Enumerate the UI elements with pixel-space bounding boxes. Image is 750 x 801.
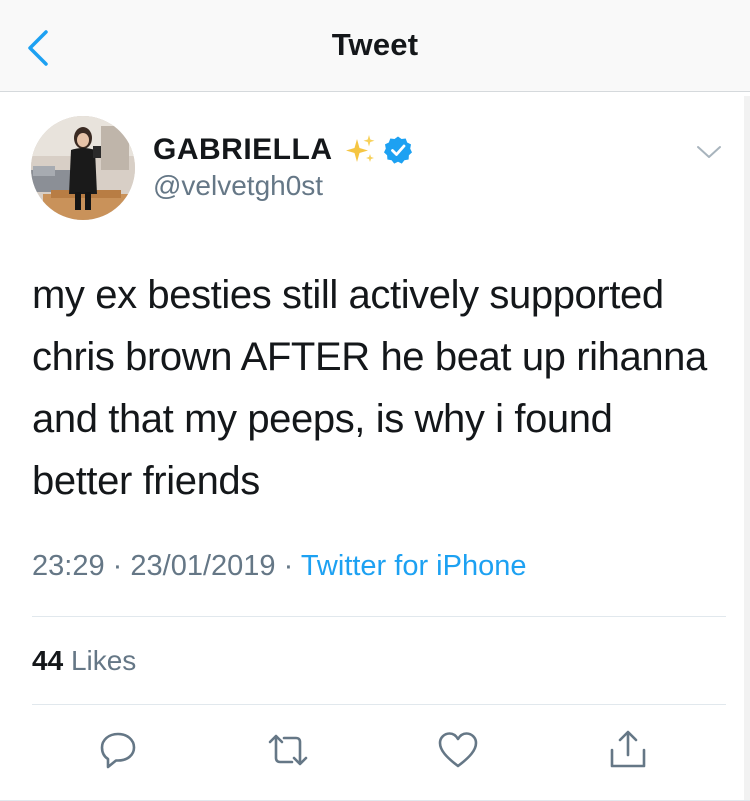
action-bar [0,722,750,782]
tweet-detail: GABRIELLA @velvetgh0st my ex besties sti… [0,92,750,801]
avatar[interactable] [31,116,135,220]
tweet-metadata: 23:29 · 23/01/2019 · Twitter for iPhone [32,550,526,583]
page-title: Tweet [331,27,419,62]
verified-badge-icon [383,136,412,164]
meta-separator: · [283,550,294,582]
display-name[interactable]: GABRIELLA [153,133,333,167]
meta-separator: · [112,550,123,582]
scrollbar[interactable] [744,96,750,800]
share-icon[interactable] [606,728,650,772]
heart-icon[interactable] [436,728,480,772]
chevron-down-icon[interactable] [696,144,722,160]
divider [32,616,726,617]
likes-stat[interactable]: 44 Likes [32,645,136,677]
tweet-source-link[interactable]: Twitter for iPhone [301,550,527,582]
tweet-text: my ex besties still actively supported c… [32,273,707,503]
likes-label: Likes [70,645,137,676]
navigation-bar: Tweet [0,0,750,92]
reply-icon[interactable] [96,728,140,772]
likes-count: 44 [32,645,64,676]
divider [32,704,726,705]
author-handle[interactable]: @velvetgh0st [153,170,323,202]
sparkles-icon [345,135,374,162]
tweet-date: 23/01/2019 [130,550,276,582]
retweet-icon[interactable] [266,728,310,772]
tweet-time: 23:29 [32,550,105,582]
author-name-row[interactable]: GABRIELLA [153,131,413,169]
